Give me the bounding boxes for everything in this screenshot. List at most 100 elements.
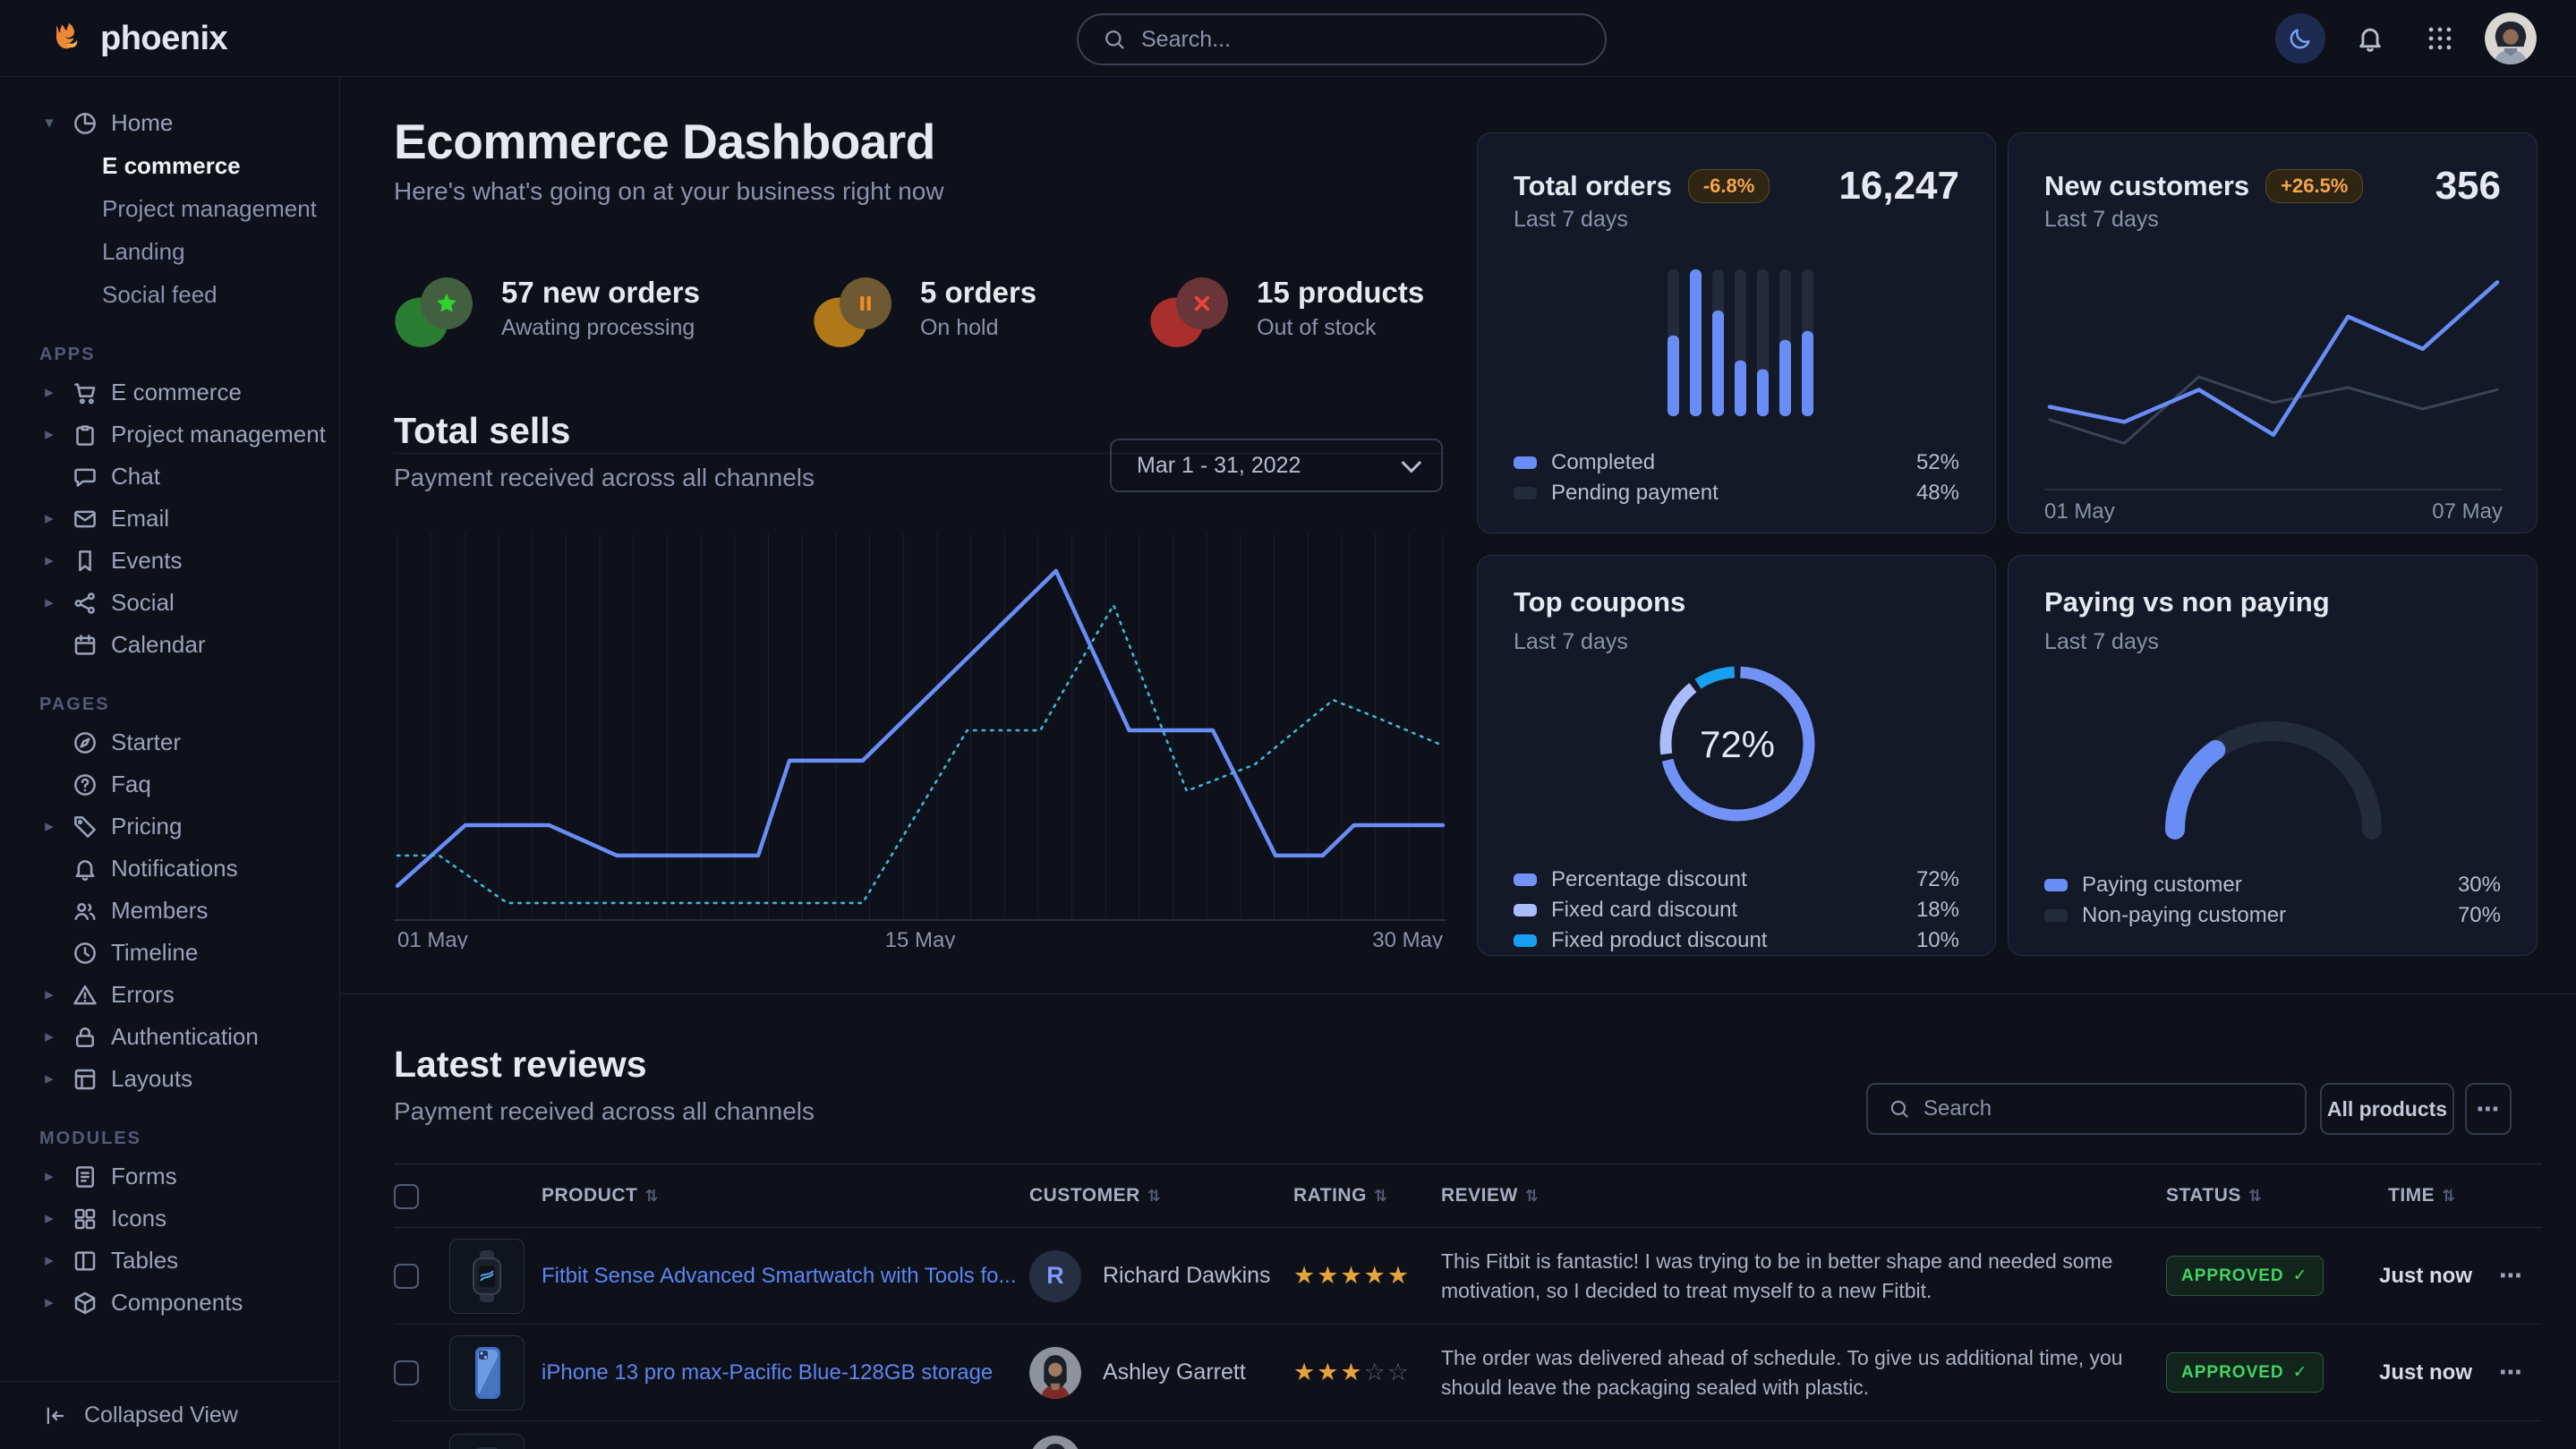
date-range-dropdown[interactable]: Mar 1 - 31, 2022 [1110,439,1443,492]
total-sells-title: Total sells [394,410,570,452]
sidebar-item-pricing[interactable]: ▸Pricing [39,805,339,848]
sidebar-item-authentication[interactable]: ▸Authentication [39,1016,339,1058]
row-checkbox[interactable] [394,1360,419,1385]
profile-avatar[interactable] [2485,13,2537,64]
pause-icon [840,277,891,329]
sidebar-item-layouts[interactable]: ▸Layouts [39,1058,339,1100]
sidebar-item-forms[interactable]: ▸Forms [39,1155,339,1198]
row-actions-button[interactable]: ⋯ [2499,1325,2522,1420]
sidebar-item-project-management[interactable]: ▸Project management [39,413,339,456]
product-thumbnail[interactable] [449,1335,525,1411]
top-navbar: phoenix [0,0,2576,77]
sidebar-item-timeline[interactable]: Timeline [39,932,339,974]
product-thumbnail[interactable] [449,1239,525,1314]
sidebar-subitem-social-feed[interactable]: Social feed [39,273,339,316]
legend-value: 10% [1916,928,1959,953]
orders-legend: Completed52%Pending payment48% [1514,452,1959,504]
stat-text: 57 new orders Awating processing [501,276,700,341]
sidebar-item-events[interactable]: ▸Events [39,540,339,582]
status-badge: APPROVED ✓ [2166,1256,2324,1296]
column-label: CUSTOMER [1029,1185,1140,1206]
sort-icon: ⇅ [1147,1187,1162,1206]
theme-toggle-button[interactable] [2275,13,2325,64]
sidebar-item-errors[interactable]: ▸Errors [39,974,339,1016]
notifications-button[interactable] [2345,13,2395,64]
stat-icon [815,267,897,349]
reviews-search-input[interactable] [1923,1096,2285,1121]
global-search-input[interactable] [1141,27,1582,53]
sidebar-item-label: Chat [111,463,160,490]
all-products-button[interactable]: All products [2320,1083,2454,1135]
column-header-customer[interactable]: CUSTOMER ⇅ [1029,1164,1161,1227]
column-header-time[interactable]: TIME⇅ [2388,1164,2456,1227]
select-all-checkbox[interactable] [394,1184,419,1209]
status-cell: APPROVED ✓ [2166,1228,2324,1324]
sidebar-subitem-project-management[interactable]: Project management [39,187,339,230]
sidebar-item-social[interactable]: ▸Social [39,582,339,624]
sidebar-item-faq[interactable]: Faq [39,763,339,805]
svg-text:01 May: 01 May [2044,499,2115,524]
row-actions-button[interactable]: ⋯ [2499,1228,2522,1324]
product-cell: iPhone 13 pro max-Pacific Blue-128GB sto… [542,1325,993,1420]
column-label: RATING [1293,1185,1367,1206]
column-label: REVIEW [1441,1185,1518,1206]
chevron-right-icon: ▸ [39,816,59,837]
legend-label: Pending payment [1551,481,1719,506]
navbar-actions [2275,0,2537,77]
sidebar-item-home[interactable]: ▾Home [39,102,339,144]
sidebar-item-e-commerce[interactable]: ▸E commerce [39,371,339,413]
sidebar-subitem-landing[interactable]: Landing [39,230,339,273]
sidebar-subitem-e-commerce[interactable]: E commerce [39,144,339,187]
legend-value: 30% [2458,873,2501,898]
apps-grid-button[interactable] [2415,13,2465,64]
paying-legend-item: Non-paying customer70% [2044,905,2501,926]
column-header-rating[interactable]: RATING⇅ [1293,1164,1388,1227]
sidebar-item-icons[interactable]: ▸Icons [39,1198,339,1240]
chevron-down-icon: ▾ [39,113,59,133]
reviews-more-button[interactable]: ⋯ [2465,1083,2512,1135]
column-header-status[interactable]: STATUS⇅ [2166,1164,2262,1227]
total-sells-chart: 01 May15 May30 May [394,514,1448,949]
stat-caption: Awating processing [501,315,700,341]
collapse-view-button[interactable]: Collapsed View [0,1381,339,1449]
sidebar-item-members[interactable]: Members [39,890,339,932]
stat-text: 5 ordersOn hold [920,276,1036,341]
divider [340,993,2576,994]
legend-label: Percentage discount [1551,867,1747,892]
legend-value: 52% [1916,450,1959,475]
sidebar-item-label: Social [111,589,175,617]
stat-title: 57 new orders [501,276,700,310]
sidebar-item-calendar[interactable]: Calendar [39,624,339,666]
coupons-legend-item: Fixed card discount18% [1514,899,1959,921]
brand-logo[interactable]: phoenix [48,0,227,77]
sidebar-item-tables[interactable]: ▸Tables [39,1240,339,1282]
sidebar-item-notifications[interactable]: Notifications [39,848,339,890]
chevron-right-icon: ▸ [39,508,59,529]
product-link[interactable]: Fitbit Sense Advanced Smartwatch with To… [542,1264,1016,1289]
sort-icon: ⇅ [2248,1187,2263,1206]
time-value: Just now [2372,1264,2479,1289]
legend-value: 18% [1916,898,1959,923]
sidebar-item-components[interactable]: ▸Components [39,1282,339,1324]
reviews-search [1866,1083,2307,1135]
chevron-right-icon: ▸ [39,1027,59,1047]
tag-icon [72,814,98,840]
column-header-product[interactable]: PRODUCT⇅ [542,1164,659,1227]
phoenix-flame-icon [48,19,88,58]
change-badge: +26.5% [2265,169,2363,203]
stat-title: 15 products [1257,276,1424,310]
product-link[interactable]: iPhone 13 pro max-Pacific Blue-128GB sto… [542,1360,993,1385]
stat-green: 57 new orders Awating processing [396,267,700,349]
card-title: New customers [2044,170,2249,202]
sidebar-item-label: Events [111,547,183,575]
sidebar-item-email[interactable]: ▸Email [39,498,339,540]
table-icon [72,1248,98,1274]
column-header-review[interactable]: REVIEW⇅ [1441,1164,1539,1227]
row-checkbox[interactable] [394,1264,419,1289]
search-icon [1102,27,1127,52]
sidebar-item-chat[interactable]: Chat [39,456,339,498]
review-text: The order was delivered ahead of schedul… [1441,1343,2139,1402]
sidebar-item-starter[interactable]: Starter [39,721,339,763]
card-period: Last 7 days [2044,207,2159,233]
file-text-icon [72,1163,98,1190]
